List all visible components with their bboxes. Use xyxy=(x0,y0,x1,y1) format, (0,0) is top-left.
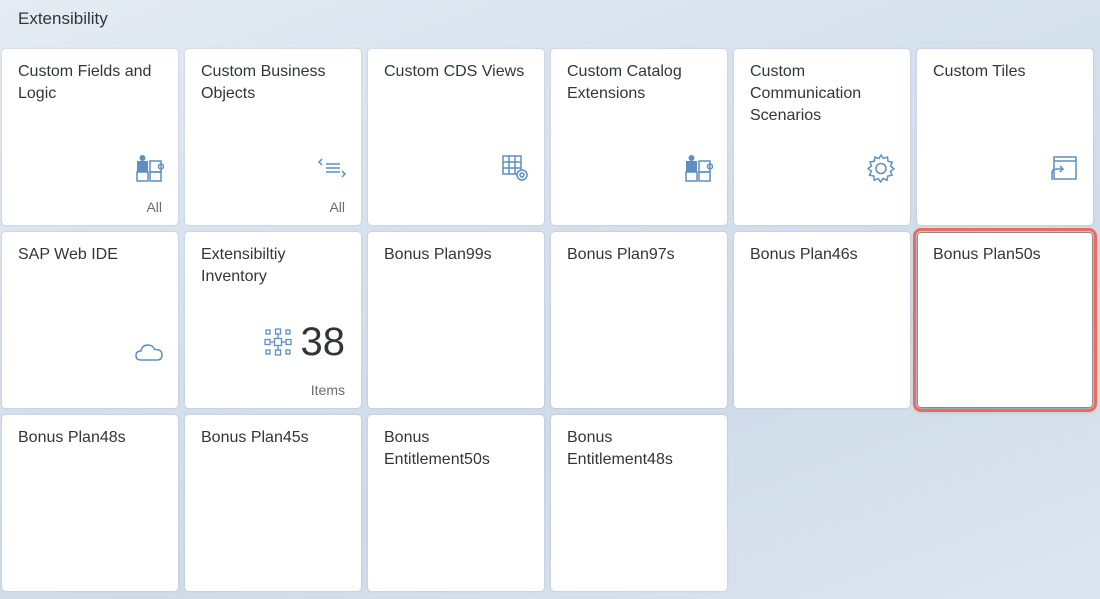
tile-title: Extensibiltiy Inventory xyxy=(201,246,286,285)
tile-title: Bonus Plan48s xyxy=(18,429,126,446)
puzzle-piece-icon xyxy=(134,153,164,183)
tile-extensibility-inventory[interactable]: Extensibiltiy Inventory 38 Items xyxy=(185,232,361,408)
tile-title: Bonus Entitlement50s xyxy=(384,429,490,468)
tile-title: Bonus Plan50s xyxy=(933,246,1041,263)
tile-bonus-plan45s[interactable]: Bonus Plan45s xyxy=(185,415,361,591)
gear-icon xyxy=(866,153,896,183)
tile-title: Bonus Entitlement48s xyxy=(567,429,673,468)
tile-custom-fields-and-logic[interactable]: Custom Fields and Logic All xyxy=(2,49,178,225)
tile-title: Custom CDS Views xyxy=(384,63,525,80)
tile-footer: All xyxy=(329,199,345,215)
cloud-icon xyxy=(134,336,164,366)
kpi-value: 38 xyxy=(300,320,346,364)
tile-bonus-plan48s[interactable]: Bonus Plan48s xyxy=(2,415,178,591)
tile-title: Bonus Plan46s xyxy=(750,246,858,263)
tile-bonus-plan46s[interactable]: Bonus Plan46s xyxy=(734,232,910,408)
tile-custom-tiles[interactable]: Custom Tiles xyxy=(917,49,1093,225)
tile-bonus-plan99s[interactable]: Bonus Plan99s xyxy=(368,232,544,408)
tile-grid: Custom Fields and Logic All Custom Busin… xyxy=(2,49,1097,591)
tile-title: Custom Catalog Extensions xyxy=(567,63,682,102)
tile-bonus-plan50s[interactable]: Bonus Plan50s xyxy=(913,228,1097,412)
group-title: Extensibility xyxy=(18,9,108,28)
puzzle-piece-icon xyxy=(683,153,713,183)
tile-bonus-entitlement50s[interactable]: Bonus Entitlement50s xyxy=(368,415,544,591)
tile-title: Bonus Plan99s xyxy=(384,246,492,263)
tile-custom-cds-views[interactable]: Custom CDS Views xyxy=(368,49,544,225)
tile-footer: All xyxy=(146,199,162,215)
tile-bonus-entitlement48s[interactable]: Bonus Entitlement48s xyxy=(551,415,727,591)
tile-title: Custom Business Objects xyxy=(201,63,326,102)
tile-title: Bonus Plan45s xyxy=(201,429,309,446)
tile-custom-business-objects[interactable]: Custom Business Objects All xyxy=(185,49,361,225)
tile-sap-web-ide[interactable]: SAP Web IDE xyxy=(2,232,178,408)
kpi-indicator: 38 xyxy=(263,320,346,364)
tile-custom-communication-scenarios[interactable]: Custom Communication Scenarios xyxy=(734,49,910,225)
tile-footer: Items xyxy=(310,382,345,398)
tile-custom-catalog-extensions[interactable]: Custom Catalog Extensions xyxy=(551,49,727,225)
tile-title: Custom Communication Scenarios xyxy=(750,63,862,124)
network-icon xyxy=(263,328,292,356)
tile-title: Custom Fields and Logic xyxy=(18,63,152,102)
tile-title: SAP Web IDE xyxy=(18,246,118,263)
tile-launch-icon xyxy=(1049,153,1079,183)
tile-title: Bonus Plan97s xyxy=(567,246,675,263)
tile-title: Custom Tiles xyxy=(933,63,1026,80)
tile-bonus-plan97s[interactable]: Bonus Plan97s xyxy=(551,232,727,408)
table-gear-icon xyxy=(500,153,530,183)
list-brackets-icon xyxy=(317,153,347,183)
